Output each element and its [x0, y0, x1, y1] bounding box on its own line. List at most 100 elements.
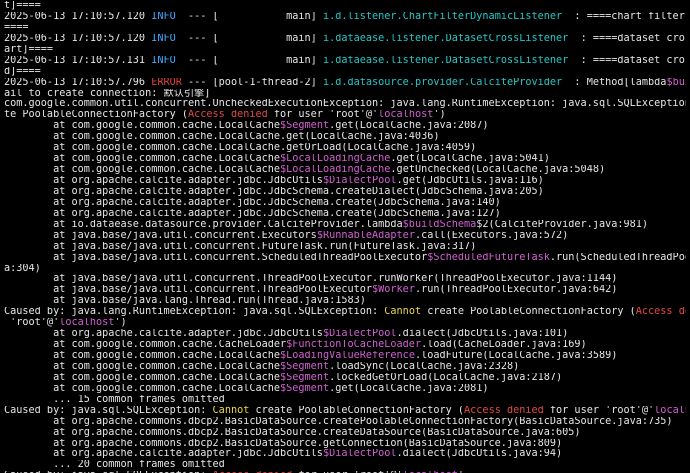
log-segment: i.dataease.listener.DatasetCrossListener [322, 55, 569, 66]
log-segment: $DialectPool [322, 176, 397, 186]
log-segment: a:304) [4, 263, 41, 274]
log-segment: at com.google.common.cache.LocalCache [4, 372, 281, 383]
log-line: 2025-06-13 17:10:57.120 INFO --- [ main]… [4, 12, 686, 23]
log-segment: at com.google.common.cache.LocalCache.ge… [4, 132, 440, 143]
log-line: ==== [4, 23, 686, 34]
log-line: at org.apache.calcite.adapter.jdbc.JdbcS… [4, 209, 686, 220]
log-line: at com.google.common.cache.LocalCache$Lo… [4, 165, 686, 176]
log-line: at org.apache.commons.dbcp2.BasicDataSou… [4, 439, 686, 450]
log-segment: .run(ThreadPoolExecutor.java:642) [414, 285, 618, 296]
terminal-output[interactable]: t]==== 2025-06-13 17:10:57.120 INFO --- [… [0, 0, 690, 473]
log-segment: localhost [654, 405, 686, 416]
log-line: art]==== [4, 45, 686, 56]
log-segment: at java.base/java.util.concurrent.Thread… [4, 274, 618, 285]
log-segment: 2025-06-13 17:10:57.120 [4, 11, 152, 22]
log-line: ail to create connection: 默认引擎] [4, 89, 686, 100]
log-segment: for user 'root'@' [267, 110, 379, 121]
log-segment: at com.google.common.cache.LocalCache [4, 351, 281, 361]
log-segment: .loadSync(LocalCache.java:2328) [329, 361, 520, 372]
log-segment: at org.apache.calcite.adapter.jdbc.JdbcU… [4, 176, 323, 186]
log-line: at com.google.common.cache.LocalCache$Lo… [4, 351, 686, 362]
log-segment: at java.base/java.util.concurrent.Execut… [4, 230, 317, 241]
log-line: at org.apache.calcite.adapter.jdbc.JdbcU… [4, 329, 686, 340]
log-segment: .get(LocalCache.java:2081) [329, 383, 489, 394]
log-segment: 2025-06-13 17:10:57.796 [4, 77, 152, 88]
log-segment: localhost [378, 110, 434, 121]
log-line: at org.apache.calcite.adapter.jdbc.JdbcU… [4, 449, 686, 460]
log-segment: d]==== [4, 66, 41, 77]
log-line: com.google.common.util.concurrent.Unchec… [4, 99, 686, 110]
log-line: at com.google.common.cache.LocalCache$Se… [4, 121, 686, 132]
log-segment: create PoolableConnectionFactory ( [249, 405, 465, 416]
log-segment: Access denied [635, 307, 686, 318]
log-segment: .run(ScheduledThreadPoolExecutor.jav [549, 252, 686, 263]
log-line: at java.base/java.util.concurrent.Future… [4, 242, 686, 253]
log-segment: 2025-06-13 17:10:57.131 [4, 55, 152, 66]
log-line: at com.google.common.cache.LocalCache.ge… [4, 143, 686, 154]
log-segment: Cannot [212, 405, 250, 416]
log-segment: $LocalLoadingCache [280, 165, 391, 176]
log-line: ... 15 common frames omitted [4, 395, 686, 406]
log-segment: --- [ main] [175, 55, 323, 66]
log-segment: $DialectPool [322, 329, 397, 340]
log-line: at java.base/java.util.concurrent.Schedu… [4, 253, 686, 264]
log-segment: at com.google.common.cache.LocalCache [4, 383, 281, 394]
log-segment: $RunnableAdapter [316, 230, 415, 241]
log-segment: --- [ main] [175, 11, 323, 22]
log-line: at com.google.common.cache.LocalCache.ge… [4, 132, 686, 143]
log-segment: com.google.common.util.concurrent.Unchec… [4, 99, 686, 110]
log-segment: at org.apache.calcite.adapter.jdbc.JdbcS… [4, 197, 501, 208]
log-segment: $ScheduledFutureTask [427, 252, 550, 263]
log-segment: : Method[lambda [562, 77, 667, 88]
log-segment: .get(LocalCache.java:5041) [390, 154, 550, 165]
log-segment: at io.dataease.datasource.provider.Calci… [4, 219, 403, 230]
log-line: at org.apache.calcite.adapter.jdbc.JdbcS… [4, 198, 686, 209]
log-segment: $Segment [280, 121, 330, 132]
log-line: 2025-06-13 17:10:57.796 ERROR --- [pool-… [4, 78, 686, 89]
log-line: Caused by: java.sql.SQLException: Cannot… [4, 406, 686, 417]
log-segment: ... 15 common frames omitted [4, 394, 225, 405]
log-segment: at com.google.common.cache.LocalCache.ge… [4, 143, 477, 154]
log-segment: .call(Executors.java:572) [414, 230, 569, 241]
log-segment: 2025-06-13 17:10:57.120 [4, 33, 152, 44]
log-segment: at com.google.common.cache.LocalCache [4, 121, 281, 132]
log-segment: $FunctionToCacheLoader [286, 340, 422, 351]
log-segment: ERROR [151, 77, 182, 88]
log-segment: : ====chart filter dynamic [end] [574, 11, 685, 22]
log-segment: Access denied [464, 405, 544, 416]
log-segment: localhost [59, 318, 115, 329]
log-line: at com.google.common.cache.CacheLoader$F… [4, 340, 686, 351]
log-segment: ') [433, 110, 446, 121]
log-line: at com.google.common.cache.LocalCache$Se… [4, 362, 686, 373]
log-segment: 'root'@' [4, 318, 60, 329]
log-segment: at java.base/java.lang.Thread.run(Thread… [4, 296, 366, 307]
log-segment: : ====dataset cross listener [st [580, 33, 686, 44]
log-segment: $Segment [280, 383, 330, 394]
log-segment: at com.google.common.cache.LocalCache [4, 361, 281, 372]
log-line: at com.google.common.cache.LocalCache$Lo… [4, 154, 686, 165]
log-segment: .getUnchecked(LocalCache.java:5048) [390, 165, 606, 176]
log-line: te PoolableConnectionFactory (Access den… [4, 110, 686, 121]
log-line: 2025-06-13 17:10:57.120 INFO --- [ main]… [4, 34, 686, 45]
log-segment: $DialectPool [322, 449, 397, 460]
log-segment: at java.base/java.util.concurrent.Schedu… [4, 252, 428, 263]
log-segment: --- [pool-1-thread-2] [181, 77, 323, 88]
log-line: at org.apache.calcite.adapter.jdbc.JdbcU… [4, 176, 686, 187]
log-line: at java.base/java.util.concurrent.Thread… [4, 285, 686, 296]
log-line: at org.apache.commons.dbcp2.BasicDataSou… [4, 417, 686, 428]
log-segment: i.d.listener.ChartFilterDynamicListener [322, 11, 563, 22]
log-line: at org.apache.commons.dbcp2.BasicDataSou… [4, 428, 686, 439]
log-line: ... 20 common frames omitted [4, 460, 686, 471]
log-segment: at java.base/java.util.concurrent.Future… [4, 241, 477, 252]
log-segment: INFO [151, 11, 176, 22]
log-segment: at org.apache.calcite.adapter.jdbc.JdbcS… [4, 208, 501, 219]
log-segment: i.d.datasource.provider.CalciteProvider [322, 77, 563, 88]
log-segment: $Segment [280, 372, 330, 383]
log-line: 2025-06-13 17:10:57.131 INFO --- [ main]… [4, 56, 686, 67]
log-line: at java.base/java.util.concurrent.Execut… [4, 231, 686, 242]
log-segment: te PoolableConnectionFactory ( [4, 110, 189, 121]
log-segment: .lockedGetOrLoad(LocalCache.java:2187) [329, 372, 563, 383]
log-segment: : ====dataset cross listener [en [580, 55, 686, 66]
log-line: t]==== [4, 1, 686, 12]
log-segment: at org.apache.commons.dbcp2.BasicDataSou… [4, 427, 581, 438]
